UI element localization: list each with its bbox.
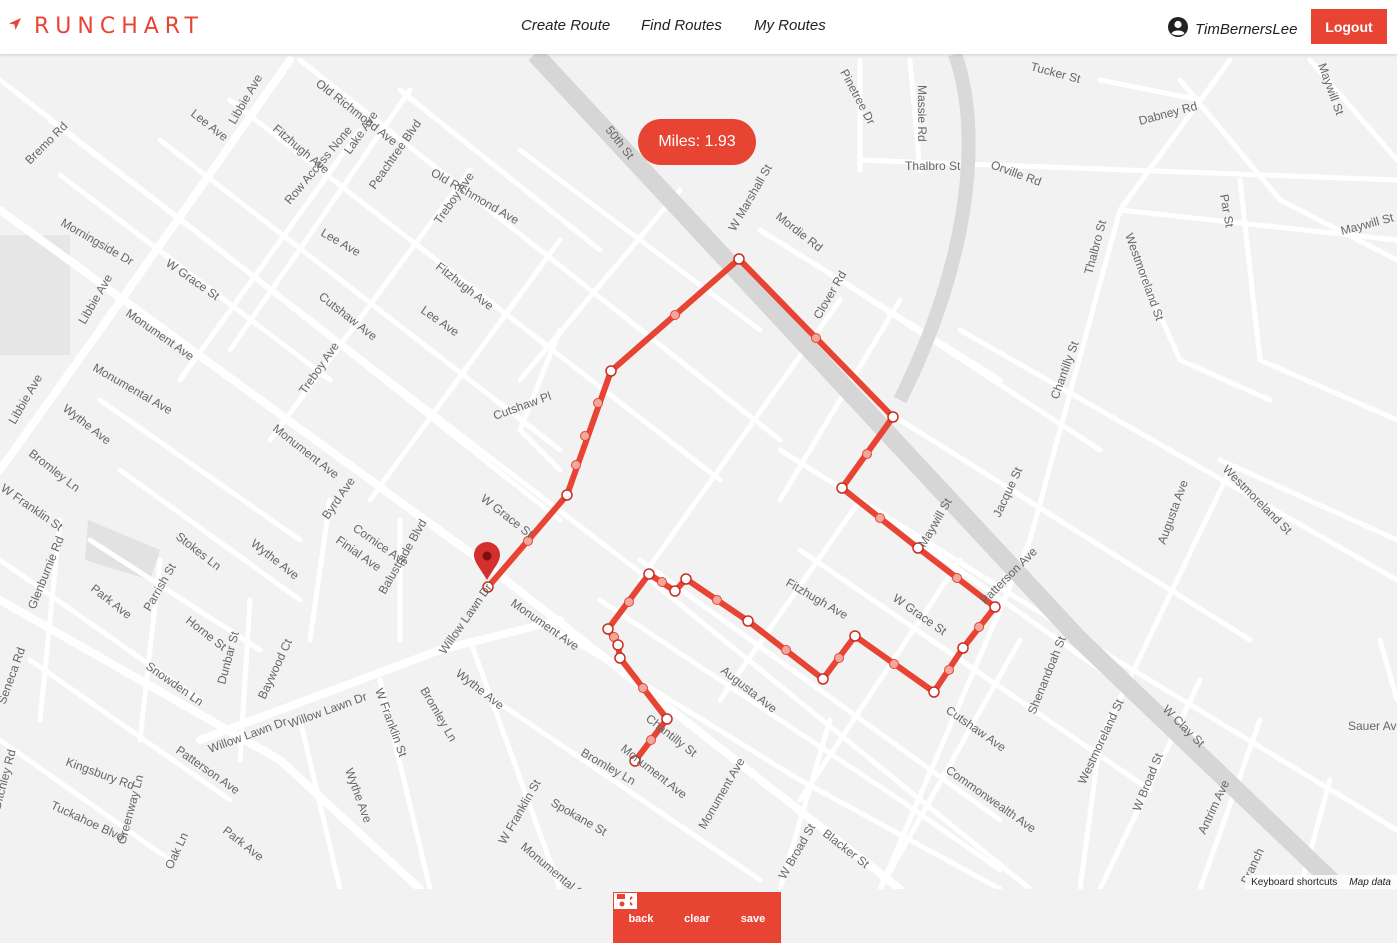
clear-button[interactable]: clear [614, 892, 725, 943]
route-midpoint-handle[interactable] [624, 597, 634, 607]
route-waypoint[interactable] [849, 630, 861, 642]
route-midpoint-handle[interactable] [593, 398, 603, 408]
brand[interactable]: RUNCHART [8, 12, 204, 40]
route-midpoint-handle[interactable] [638, 683, 648, 693]
nav-my-routes[interactable]: My Routes [754, 17, 826, 34]
route-waypoint[interactable] [742, 615, 754, 627]
route-midpoint-handle[interactable] [952, 573, 962, 583]
route-midpoint-handle[interactable] [670, 310, 680, 320]
username: TimBernersLee [1195, 21, 1298, 38]
route-waypoint[interactable] [957, 642, 969, 654]
clear-label: clear [684, 912, 710, 925]
location-arrow-icon [8, 17, 22, 36]
nav-find-routes[interactable]: Find Routes [641, 17, 722, 34]
route-midpoint-handle[interactable] [580, 431, 590, 441]
route-waypoint[interactable] [614, 652, 626, 664]
route-waypoint[interactable] [602, 623, 614, 635]
map-canvas[interactable]: Lee Ave Libbie Ave Old Richmond Ave Fitzhug… [0, 54, 1397, 943]
route-waypoint[interactable] [836, 482, 848, 494]
route-waypoint[interactable] [887, 411, 899, 423]
route-midpoint-handle[interactable] [712, 595, 722, 605]
route-midpoint-handle[interactable] [781, 645, 791, 655]
route-midpoint-handle[interactable] [944, 665, 954, 675]
street-label: Sauer Ave [1348, 719, 1397, 733]
brand-name: RUNCHART [34, 13, 204, 39]
route-midpoint-handle[interactable] [862, 449, 872, 459]
navbar: RUNCHART Create Route Find Routes My Rou… [0, 0, 1397, 54]
route-midpoint-handle[interactable] [646, 735, 656, 745]
route-waypoint[interactable] [561, 489, 573, 501]
map-attribution: Keyboard shortcuts Map data [1245, 875, 1397, 889]
route-waypoint[interactable] [928, 686, 940, 698]
logout-button[interactable]: Logout [1311, 9, 1387, 44]
route-waypoint[interactable] [989, 601, 1001, 613]
route-toolbar: back clear save [613, 892, 781, 943]
route-midpoint-handle[interactable] [875, 513, 885, 523]
route-waypoint[interactable] [817, 673, 829, 685]
route-waypoint[interactable] [680, 573, 692, 585]
route-waypoint[interactable] [669, 585, 681, 597]
route-waypoint[interactable] [733, 253, 745, 265]
route-midpoint-handle[interactable] [974, 622, 984, 632]
route-midpoint-handle[interactable] [834, 653, 844, 663]
nav-create-route[interactable]: Create Route [521, 17, 610, 34]
street-label: Thalbro St [905, 159, 961, 173]
street-label: Massie Rd [915, 85, 929, 142]
route-waypoint[interactable] [605, 365, 617, 377]
route-waypoint[interactable] [643, 568, 655, 580]
route-waypoint[interactable] [612, 639, 624, 651]
map-data-link[interactable]: Map data [1343, 877, 1397, 888]
user-account-icon [1167, 16, 1189, 43]
miles-badge: Miles: 1.93 [638, 119, 756, 165]
back-label: back [628, 912, 654, 925]
route-midpoint-handle[interactable] [889, 659, 899, 669]
route-midpoint-handle[interactable] [811, 333, 821, 343]
route-midpoint-handle[interactable] [571, 460, 581, 470]
keyboard-shortcuts-link[interactable]: Keyboard shortcuts [1245, 877, 1343, 888]
map-base: Lee AveLibbie Ave Old Richmond AveFitzhug… [0, 54, 1397, 889]
save-label: save [740, 912, 766, 925]
route-midpoint-handle[interactable] [657, 577, 667, 587]
save-button[interactable]: save [614, 892, 781, 943]
user-menu[interactable]: TimBernersLee [1167, 16, 1297, 43]
